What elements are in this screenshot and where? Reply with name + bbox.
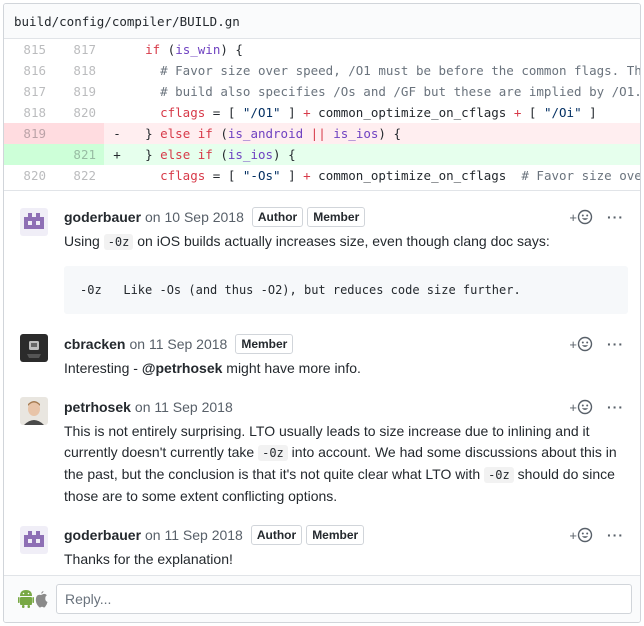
comment-date[interactable]: on 11 Sep 2018 (129, 336, 227, 352)
new-line-number[interactable]: 822 (54, 165, 104, 186)
diff-row: 817 819 # build also specifies /Os and /… (4, 81, 640, 102)
diff-marker: + (113, 147, 121, 162)
comment-body: Using -0z on iOS builds actually increas… (64, 233, 550, 250)
diff-marker (104, 102, 126, 123)
inline-code: -0z (103, 234, 134, 250)
old-line-number[interactable]: 815 (4, 39, 54, 60)
kebab-menu-icon[interactable]: ··· (607, 336, 624, 352)
code-line: cflags = [ "/O1" ] + common_optimize_on_… (160, 105, 597, 120)
diff-marker (104, 81, 126, 102)
add-reaction-icon[interactable]: + (569, 527, 593, 543)
comment-body: Thanks for the explanation! (64, 551, 233, 567)
code-line: # Favor size over speed, /O1 must be bef… (160, 63, 640, 78)
comment-actions: + ··· (569, 523, 624, 547)
kebab-menu-icon[interactable]: ··· (607, 527, 624, 543)
file-path[interactable]: build/config/compiler/BUILD.gn (14, 14, 240, 29)
diff-row: 815 817 if (is_win) { (4, 39, 640, 60)
inline-code: -0z (258, 445, 288, 461)
comment-actions: + ··· (569, 395, 624, 419)
code-line: } else if (is_android || is_ios) { (145, 126, 401, 141)
comment: goderbauer on 11 Sep 2018 Author Member … (20, 523, 628, 570)
code-block: -0z Like -Os (and thus -O2), but reduces… (64, 266, 628, 314)
diff-row-added: 821 + } else if (is_ios) { (4, 144, 640, 165)
code-line: cflags = [ "-Os" ] + common_optimize_on_… (160, 168, 640, 183)
reply-bar (4, 575, 640, 622)
comment-date[interactable]: on 11 Sep 2018 (135, 399, 233, 415)
diff-row: 818 820 cflags = [ "/O1" ] + common_opti… (4, 102, 640, 123)
comment-date[interactable]: on 11 Sep 2018 (145, 527, 243, 543)
code-line: # build also specifies /Os and /GF but t… (160, 84, 640, 99)
code-line: } else if (is_ios) { (145, 147, 296, 162)
author-name[interactable]: cbracken (64, 336, 125, 352)
reply-input[interactable] (56, 584, 632, 614)
code-line: if (is_win) { (145, 42, 243, 57)
diff-row-deleted: 819 - } else if (is_android || is_ios) { (4, 123, 640, 144)
comment-header: goderbauer on 10 Sep 2018 Author Member (64, 205, 628, 229)
old-line-number[interactable]: 819 (4, 123, 54, 144)
add-reaction-icon[interactable]: + (569, 336, 593, 352)
old-line-number[interactable]: 817 (4, 81, 54, 102)
diff-row: 816 818 # Favor size over speed, /O1 mus… (4, 60, 640, 81)
comment: cbracken on 11 Sep 2018 Member + ··· Int… (20, 332, 628, 379)
comment-header: cbracken on 11 Sep 2018 Member (64, 332, 628, 356)
comment-actions: + ··· (569, 332, 624, 356)
comment: goderbauer on 10 Sep 2018 Author Member … (20, 205, 628, 314)
member-badge: Member (306, 525, 365, 545)
comment-date[interactable]: on 10 Sep 2018 (145, 209, 244, 225)
new-line-number[interactable]: 818 (54, 60, 104, 81)
author-name[interactable]: goderbauer (64, 527, 141, 543)
review-thread: build/config/compiler/BUILD.gn 815 817 i… (3, 3, 641, 623)
old-line-number[interactable] (4, 144, 54, 165)
add-reaction-icon[interactable]: + (569, 209, 593, 225)
new-line-number[interactable]: 819 (54, 81, 104, 102)
author-name[interactable]: goderbauer (64, 209, 141, 225)
new-line-number[interactable] (54, 123, 104, 144)
comment-actions: + ··· (569, 205, 624, 229)
add-reaction-icon[interactable]: + (569, 399, 593, 415)
new-line-number[interactable]: 817 (54, 39, 104, 60)
diff-marker (104, 39, 126, 60)
kebab-menu-icon[interactable]: ··· (607, 209, 624, 225)
member-badge: Member (307, 207, 366, 227)
member-badge: Member (235, 334, 294, 354)
diff-divider (4, 186, 640, 191)
avatar[interactable] (20, 208, 48, 236)
comment-header: petrhosek on 11 Sep 2018 (64, 395, 628, 419)
author-badge: Author (250, 525, 303, 545)
android-apple-icon (18, 587, 48, 612)
avatar[interactable] (20, 397, 48, 425)
diff-marker (104, 165, 126, 186)
comment: petrhosek on 11 Sep 2018 + ··· This is n… (20, 395, 628, 507)
avatar[interactable] (20, 334, 48, 362)
comment-body: This is not entirely surprising. LTO usu… (64, 423, 617, 504)
diff-marker: - (113, 126, 121, 141)
comment-list: goderbauer on 10 Sep 2018 Author Member … (4, 205, 640, 570)
author-badge: Author (251, 207, 304, 227)
comment-header: goderbauer on 11 Sep 2018 Author Member (64, 523, 628, 547)
new-line-number[interactable]: 820 (54, 102, 104, 123)
diff-row: 820 822 cflags = [ "-Os" ] + common_opti… (4, 165, 640, 186)
old-line-number[interactable]: 818 (4, 102, 54, 123)
comment-body: Interesting - @petrhosek might have more… (64, 360, 361, 376)
inline-code: -0z (484, 467, 514, 483)
diff-marker (104, 60, 126, 81)
new-line-number[interactable]: 821 (54, 144, 104, 165)
diff-snippet: 815 817 if (is_win) { 816 818 # Favor si… (4, 39, 640, 191)
user-mention[interactable]: @petrhosek (142, 360, 223, 376)
avatar[interactable] (20, 526, 48, 554)
author-name[interactable]: petrhosek (64, 399, 131, 415)
file-path-header: build/config/compiler/BUILD.gn (4, 4, 640, 39)
old-line-number[interactable]: 820 (4, 165, 54, 186)
old-line-number[interactable]: 816 (4, 60, 54, 81)
kebab-menu-icon[interactable]: ··· (607, 399, 624, 415)
